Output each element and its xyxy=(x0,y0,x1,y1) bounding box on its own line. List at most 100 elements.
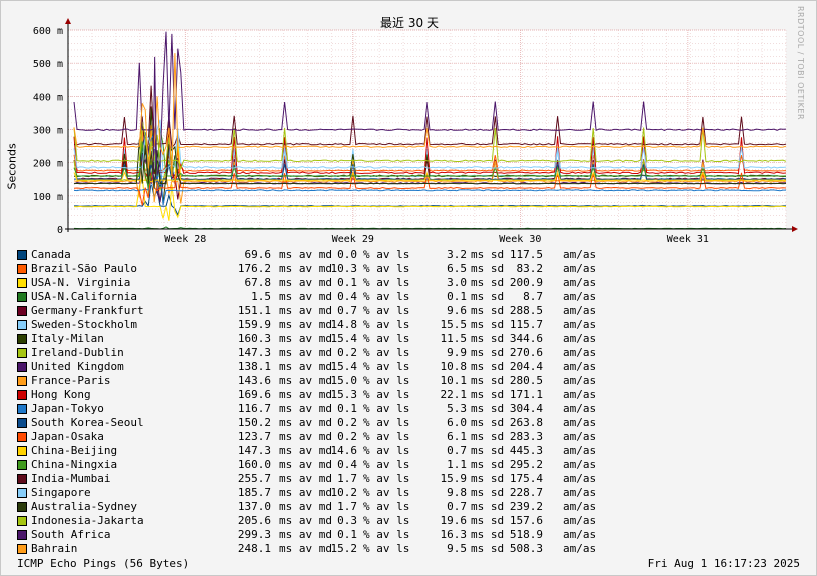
legend-median: 169.6 xyxy=(237,388,271,401)
legend-series-name: South Korea-Seoul xyxy=(31,416,144,429)
legend-swatch xyxy=(17,306,27,316)
legend-series-name: China-Beijing xyxy=(31,444,118,457)
legend-am: 8.7 xyxy=(523,290,543,303)
legend-am-unit: am/as xyxy=(563,374,597,387)
legend-swatch xyxy=(17,460,27,470)
legend-loss: 0.2 xyxy=(337,430,357,443)
legend-sd-unit: ms sd xyxy=(471,374,505,387)
legend-sd-unit: ms sd xyxy=(471,346,505,359)
legend-swatch xyxy=(17,432,27,442)
legend-loss-unit: % av ls xyxy=(363,248,410,261)
legend-series-name: Bahrain xyxy=(31,542,78,555)
legend-sd: 9.6 xyxy=(447,304,467,317)
legend-sd-unit: ms sd xyxy=(471,360,505,373)
legend-loss: 15.4 xyxy=(330,360,358,373)
legend-median: 123.7 xyxy=(237,430,271,443)
x-tick-label: Week 30 xyxy=(499,234,541,245)
legend-median: 151.1 xyxy=(237,304,271,317)
legend-sd-unit: ms sd xyxy=(471,332,505,345)
legend-median: 116.7 xyxy=(237,402,271,415)
legend-loss: 0.2 xyxy=(337,416,357,429)
legend-series-name: China-Ningxia xyxy=(31,458,118,471)
legend-loss-unit: % av ls xyxy=(363,318,410,331)
legend-median: 299.3 xyxy=(237,528,271,541)
legend-series-name: Indonesia-Jakarta xyxy=(31,514,144,527)
legend-swatch xyxy=(17,320,27,330)
legend-swatch xyxy=(17,362,27,372)
legend-swatch xyxy=(17,334,27,344)
legend-sd-unit: ms sd xyxy=(471,486,505,499)
legend-sd: 9.9 xyxy=(447,346,467,359)
legend-loss: 0.1 xyxy=(337,402,357,415)
legend-am: 175.4 xyxy=(509,472,543,485)
legend-loss-unit: % av ls xyxy=(363,262,410,275)
legend-loss: 1.7 xyxy=(337,472,357,485)
legend-sd-unit: ms sd xyxy=(471,388,505,401)
legend-swatch xyxy=(17,418,27,428)
legend-loss-unit: % av ls xyxy=(363,304,410,317)
legend-am-unit: am/as xyxy=(563,360,597,373)
legend-loss-unit: % av ls xyxy=(363,388,410,401)
legend-am: 270.6 xyxy=(509,346,543,359)
legend-sd: 6.0 xyxy=(447,416,467,429)
legend-sd: 0.7 xyxy=(447,500,467,513)
legend-loss-unit: % av ls xyxy=(363,458,410,471)
legend-swatch xyxy=(17,390,27,400)
legend-sd: 10.1 xyxy=(440,374,468,387)
legend-sd: 9.5 xyxy=(447,542,467,555)
legend-am: 115.7 xyxy=(509,318,543,331)
legend-sd: 10.8 xyxy=(440,360,468,373)
legend-loss-unit: % av ls xyxy=(363,416,410,429)
legend-loss-unit: % av ls xyxy=(363,374,410,387)
ping-chart: 0100 m200 m300 m400 m500 m600 m Week 28 W… xyxy=(33,18,798,245)
legend-am-unit: am/as xyxy=(563,472,597,485)
legend-sd-unit: ms sd xyxy=(471,276,505,289)
legend-loss-unit: % av ls xyxy=(363,472,410,485)
legend-median: 69.6 xyxy=(244,248,272,261)
legend-am-unit: am/as xyxy=(563,444,597,457)
legend-series-name: USA-N.California xyxy=(31,290,137,303)
legend-sd: 11.5 xyxy=(440,332,468,345)
legend-loss-unit: % av ls xyxy=(363,276,410,289)
legend-am-unit: am/as xyxy=(563,262,597,275)
legend-sd: 0.7 xyxy=(447,444,467,457)
legend-sd: 22.1 xyxy=(440,388,468,401)
legend-am: 117.5 xyxy=(509,248,543,261)
legend-swatch xyxy=(17,278,27,288)
legend-median: 143.6 xyxy=(237,374,271,387)
legend-median: 160.0 xyxy=(237,458,271,471)
legend-sd: 16.3 xyxy=(440,528,468,541)
legend-am: 83.2 xyxy=(516,262,544,275)
legend-sd-unit: ms sd xyxy=(471,416,505,429)
y-tick-label: 500 m xyxy=(33,59,63,70)
legend-median: 160.3 xyxy=(237,332,271,345)
legend-sd-unit: ms sd xyxy=(471,430,505,443)
legend-am: 280.5 xyxy=(509,374,543,387)
legend-median: 137.0 xyxy=(237,500,271,513)
legend-loss-unit: % av ls xyxy=(363,402,410,415)
legend-am-unit: am/as xyxy=(563,248,597,261)
legend-swatch xyxy=(17,404,27,414)
legend-am-unit: am/as xyxy=(563,332,597,345)
legend-loss: 10.3 xyxy=(330,262,358,275)
legend-loss: 10.2 xyxy=(330,486,358,499)
legend-am-unit: am/as xyxy=(563,304,597,317)
legend-sd: 9.8 xyxy=(447,486,467,499)
legend-loss: 14.6 xyxy=(330,444,358,457)
legend-sd-unit: ms sd xyxy=(471,542,505,555)
legend-am-unit: am/as xyxy=(563,318,597,331)
legend-am: 288.5 xyxy=(509,304,543,317)
legend-am-unit: am/as xyxy=(563,528,597,541)
legend-series-name: Hong Kong xyxy=(31,388,91,401)
legend-swatch xyxy=(17,516,27,526)
legend-am-unit: am/as xyxy=(563,346,597,359)
chart-frame: 0 100 m 200 m 300 m 400 m 500 m 600 m Week 28 W… xyxy=(0,0,817,576)
legend-swatch xyxy=(17,264,27,274)
legend-am-unit: am/as xyxy=(563,276,597,289)
legend-series-name: Canada xyxy=(31,248,71,261)
legend-sd-unit: ms sd xyxy=(471,290,505,303)
legend-loss-unit: % av ls xyxy=(363,360,410,373)
legend-sd-unit: ms sd xyxy=(471,528,505,541)
legend-loss-unit: % av ls xyxy=(363,290,410,303)
legend-sd: 6.1 xyxy=(447,430,467,443)
